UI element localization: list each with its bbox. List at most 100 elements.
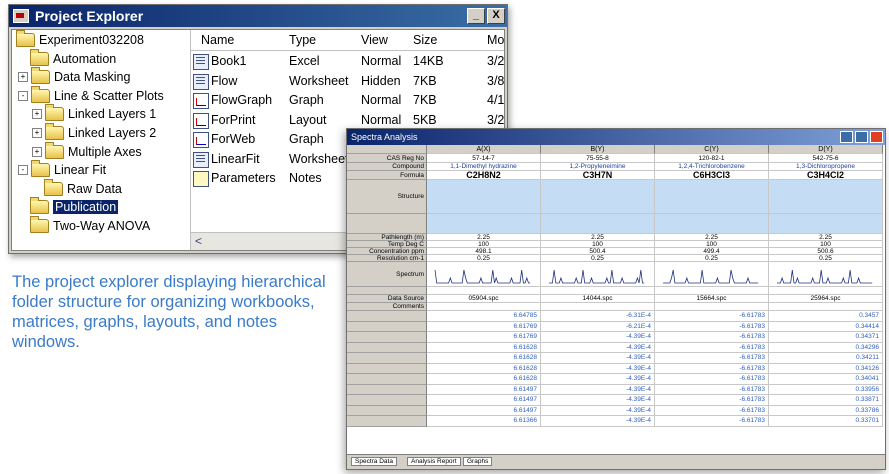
data-cell[interactable]: 100 — [655, 241, 769, 248]
data-cell[interactable]: 499.4 — [655, 248, 769, 255]
file-row[interactable]: FlowWorksheetHidden7KB3/8/20082/22/2008 — [191, 72, 504, 90]
data-cell[interactable]: 100 — [769, 241, 883, 248]
column-header[interactable]: B(Y) — [541, 145, 655, 154]
column-header[interactable]: Name — [201, 33, 234, 47]
file-row[interactable]: ForPrintLayoutNormal5KB3/22/20083/22/200… — [191, 111, 504, 129]
number-cell[interactable]: 6.61497 — [427, 384, 541, 395]
number-cell[interactable]: -4.39E-4 — [541, 395, 655, 406]
number-cell[interactable]: -6.61783 — [655, 353, 769, 364]
data-cell[interactable]: 14044.spc — [541, 295, 655, 303]
number-cell[interactable]: -6.61783 — [655, 395, 769, 406]
tree-item[interactable]: + Data Masking — [18, 67, 130, 86]
spectrum-sparkline[interactable] — [427, 262, 541, 287]
number-cell[interactable]: -6.21E-4 — [541, 321, 655, 332]
tree-item[interactable]: Raw Data — [44, 178, 122, 198]
data-cell[interactable]: 57-14-7 — [427, 154, 541, 163]
number-cell[interactable]: 6.64785 — [427, 311, 541, 322]
column-header[interactable]: Type — [289, 33, 316, 47]
data-cell[interactable] — [541, 287, 655, 295]
number-cell[interactable]: 0.34414 — [769, 321, 883, 332]
data-cell[interactable]: 25964.spc — [769, 295, 883, 303]
tree-item[interactable]: + Multiple Axes — [32, 141, 142, 161]
expand-icon[interactable]: + — [32, 109, 42, 120]
file-row[interactable]: FlowGraphGraphNormal7KB4/14/20082/22/200… — [191, 91, 504, 109]
number-cell[interactable]: 0.34041 — [769, 374, 883, 385]
number-cell[interactable]: 0.34126 — [769, 363, 883, 374]
number-cell[interactable]: -4.39E-4 — [541, 353, 655, 364]
tree-item[interactable]: - Linear Fit — [18, 160, 106, 179]
structure-image[interactable] — [655, 180, 769, 214]
data-cell[interactable]: 100 — [541, 241, 655, 248]
number-cell[interactable]: -4.39E-4 — [541, 405, 655, 416]
spectra-worksheet-grid[interactable]: A(X) B(Y) C(Y) D(Y) CAS Reg No Compound Formul… — [347, 145, 885, 455]
data-cell[interactable]: 2.25 — [427, 234, 541, 241]
number-cell[interactable]: 6.61769 — [427, 321, 541, 332]
corner-cell[interactable] — [347, 145, 427, 154]
number-cell[interactable]: -6.61783 — [655, 321, 769, 332]
project-explorer-titlebar[interactable]: Project Explorer _ X — [9, 5, 507, 27]
close-button[interactable]: X — [487, 8, 505, 24]
data-cell[interactable]: 2.25 — [769, 234, 883, 241]
number-cell[interactable]: 6.61769 — [427, 332, 541, 343]
number-cell[interactable]: 0.33871 — [769, 395, 883, 406]
data-cell[interactable] — [655, 303, 769, 311]
number-cell[interactable]: -6.61783 — [655, 384, 769, 395]
number-cell[interactable]: -4.39E-4 — [541, 332, 655, 343]
data-cell[interactable]: 2.25 — [541, 234, 655, 241]
sheet-tab[interactable]: Graphs — [463, 457, 493, 466]
sheet-tab[interactable]: Analysis Report — [407, 457, 461, 466]
data-cell[interactable]: 500.4 — [541, 248, 655, 255]
file-row[interactable]: Book1ExcelNormal14KB3/22/20083/22/2008D:… — [191, 52, 504, 70]
column-header[interactable]: View — [361, 33, 388, 47]
data-cell[interactable]: 75-55-8 — [541, 154, 655, 163]
number-cell[interactable]: 0.33956 — [769, 384, 883, 395]
data-cell[interactable]: 120-82-1 — [655, 154, 769, 163]
data-cell[interactable] — [769, 303, 883, 311]
data-cell[interactable]: 500.6 — [769, 248, 883, 255]
number-cell[interactable]: 0.34296 — [769, 342, 883, 353]
number-cell[interactable]: 6.61628 — [427, 374, 541, 385]
data-cell[interactable] — [541, 303, 655, 311]
number-cell[interactable]: -4.39E-4 — [541, 384, 655, 395]
number-cell[interactable]: 6.61628 — [427, 353, 541, 364]
number-cell[interactable]: 0.34211 — [769, 353, 883, 364]
column-header[interactable]: C(Y) — [655, 145, 769, 154]
spectrum-sparkline[interactable] — [541, 262, 655, 287]
number-cell[interactable]: 6.61497 — [427, 395, 541, 406]
data-cell[interactable]: 0.25 — [541, 255, 655, 262]
structure-image[interactable] — [769, 180, 883, 214]
column-header[interactable]: Modified — [487, 33, 504, 47]
data-cell[interactable]: 498.1 — [427, 248, 541, 255]
number-cell[interactable]: 6.61497 — [427, 405, 541, 416]
expand-icon[interactable]: + — [18, 72, 28, 83]
column-header[interactable]: D(Y) — [769, 145, 883, 154]
expand-icon[interactable]: + — [32, 146, 42, 157]
tree-item[interactable]: + Linked Layers 2 — [32, 123, 156, 142]
data-cell[interactable]: 542-75-6 — [769, 154, 883, 163]
data-cell[interactable]: 15664.spc — [655, 295, 769, 303]
number-cell[interactable]: -6.61783 — [655, 332, 769, 343]
spectrum-sparkline[interactable] — [655, 262, 769, 287]
number-cell[interactable]: 6.61628 — [427, 363, 541, 374]
number-cell[interactable]: -6.31E-4 — [541, 311, 655, 322]
number-cell[interactable]: -6.61783 — [655, 374, 769, 385]
scroll-left-arrow[interactable]: < — [195, 234, 202, 248]
structure-image[interactable] — [541, 180, 655, 214]
spectra-titlebar[interactable]: Spectra Analysis — [347, 129, 885, 145]
number-cell[interactable]: 0.34371 — [769, 332, 883, 343]
tree-item[interactable]: - Line & Scatter Plots — [18, 85, 164, 105]
number-cell[interactable]: -4.39E-4 — [541, 374, 655, 385]
number-cell[interactable]: -6.61783 — [655, 405, 769, 416]
data-cell[interactable]: 05904.spc — [427, 295, 541, 303]
data-cell[interactable]: 0.25 — [769, 255, 883, 262]
number-cell[interactable]: -6.61783 — [655, 363, 769, 374]
data-cell[interactable] — [769, 287, 883, 295]
formula-cell[interactable]: C3H7N — [541, 171, 655, 180]
spectra-close-button[interactable] — [870, 131, 883, 143]
number-cell[interactable]: 0.33786 — [769, 405, 883, 416]
collapse-icon[interactable]: - — [18, 90, 28, 101]
sheet-tab[interactable]: Spectra Data — [351, 457, 397, 466]
number-cell[interactable]: 6.61628 — [427, 342, 541, 353]
spectra-maximize-button[interactable] — [855, 131, 868, 143]
number-cell[interactable]: 6.61366 — [427, 416, 541, 427]
